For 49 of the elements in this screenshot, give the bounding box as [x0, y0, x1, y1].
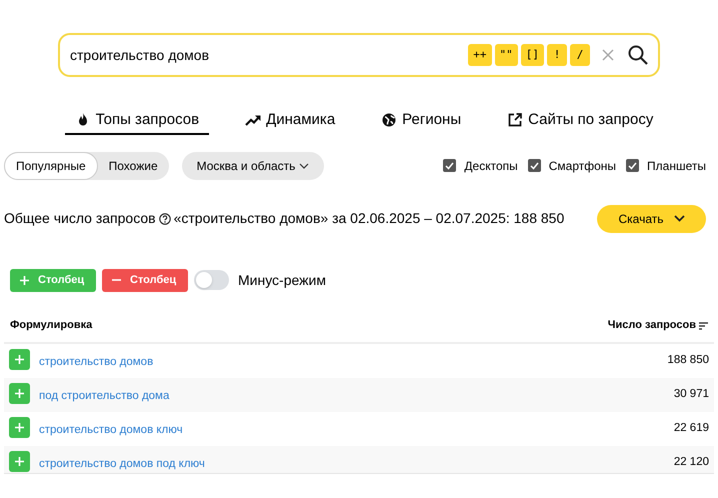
globe-icon	[381, 112, 398, 128]
region-dropdown[interactable]: Москва и область	[182, 152, 324, 180]
chevron-down-icon	[674, 215, 684, 222]
plus-icon	[15, 423, 24, 432]
phrase-link[interactable]: строительство домов	[39, 354, 154, 372]
phrase-link[interactable]: строительство домов под ключ	[39, 456, 205, 472]
operator-button[interactable]: !	[547, 44, 567, 66]
external-link-icon	[507, 112, 524, 128]
column-header[interactable]: Число запросов	[608, 317, 696, 334]
column-header: Формулировка	[10, 318, 92, 334]
phrase-link[interactable]: под строительство дома	[39, 388, 170, 406]
checkbox-label: Смартфоны	[548, 158, 616, 174]
plus-icon	[15, 355, 24, 364]
tab[interactable]: Топы запросов	[64, 109, 210, 134]
remove-column-button[interactable]: Столбец	[102, 268, 188, 292]
search-icon[interactable]	[628, 45, 648, 65]
operator-button[interactable]: ""	[494, 44, 518, 66]
mode-tab[interactable]: Похожие	[98, 152, 169, 180]
phrase-link[interactable]: строительство домов ключ	[39, 422, 183, 440]
table-cell-text: 22 619	[674, 420, 709, 436]
checkbox[interactable]	[528, 159, 541, 172]
operator-button[interactable]: /	[570, 44, 590, 66]
table-cell-text: 30 971	[674, 386, 709, 402]
chevron-down-icon	[299, 162, 310, 168]
summary-label: Общее число запросов	[4, 209, 156, 228]
download-button[interactable]: Скачать	[597, 204, 706, 232]
plus-icon	[15, 457, 24, 466]
operator-button[interactable]: ++	[468, 44, 492, 66]
checkbox-label: Планшеты	[647, 158, 706, 174]
table-cell-text: 22 120	[674, 454, 709, 470]
minus-icon	[112, 279, 121, 281]
plus-icon	[15, 389, 24, 398]
sort-icon[interactable]	[699, 322, 708, 330]
plus-icon	[20, 276, 29, 284]
checkbox[interactable]	[443, 159, 456, 172]
operator-button[interactable]: []	[520, 44, 544, 66]
search-field[interactable]: строительство домов ++ "" [] ! /	[58, 33, 660, 77]
table-cell-text: 188 850	[667, 352, 709, 368]
tab[interactable]: Сайты по запросу	[497, 109, 664, 134]
search-text: строительство домов	[70, 46, 210, 65]
summary-text: «строительство домов» за 02.06.2025 – 02.07.2025: 188 850	[174, 209, 564, 228]
toggle-label: Минус-режим	[238, 270, 326, 290]
mode-tab[interactable]: Популярные	[4, 152, 98, 180]
help-icon[interactable]	[158, 212, 171, 224]
toggle-switch[interactable]	[194, 270, 229, 290]
tab[interactable]: Регионы	[371, 109, 472, 134]
checkbox[interactable]	[626, 159, 640, 172]
tab[interactable]: Динамика	[235, 109, 346, 134]
checkbox-label: Десктопы	[464, 158, 518, 174]
